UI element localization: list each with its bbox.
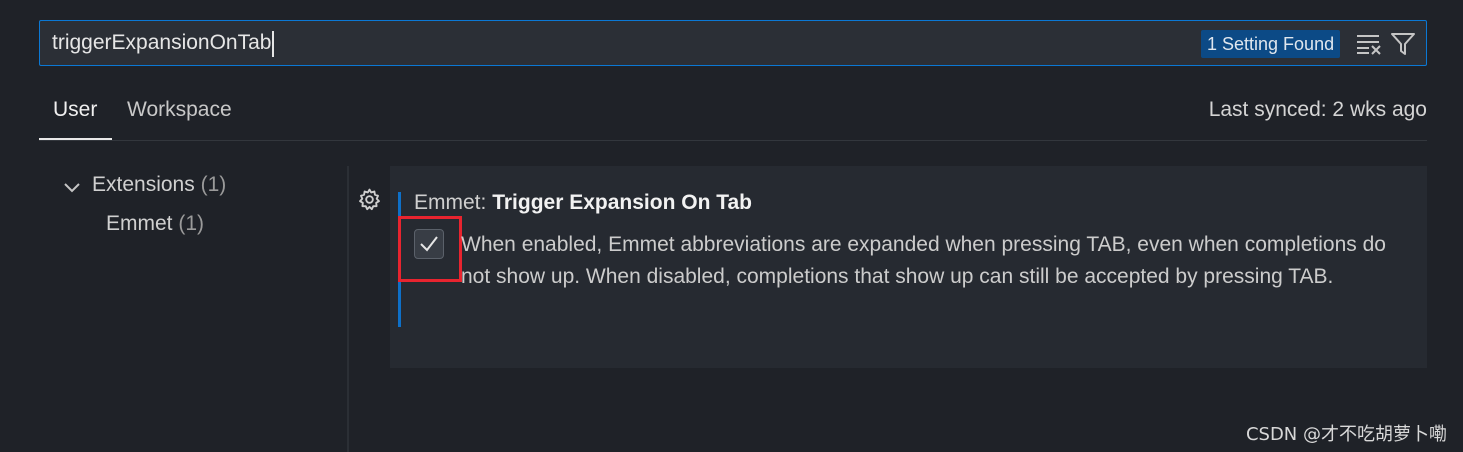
- setting-name: Trigger Expansion On Tab: [492, 191, 753, 214]
- tab-user[interactable]: User: [53, 98, 97, 128]
- clear-filter-icon[interactable]: [1356, 32, 1382, 56]
- setting-category: Emmet:: [414, 191, 493, 214]
- filter-icon[interactable]: [1390, 31, 1416, 57]
- tab-workspace[interactable]: Workspace: [127, 98, 232, 128]
- annotation-highlight-box: [398, 216, 462, 282]
- gear-icon[interactable]: [357, 187, 382, 212]
- tree-item-count: (1): [200, 173, 227, 196]
- watermark: CSDN @才不吃胡萝卜嘞: [1245, 424, 1447, 445]
- tree-item-label: Emmet: [106, 212, 173, 235]
- tree-item-label: Extensions: [92, 173, 195, 196]
- tree-item-extensions[interactable]: Extensions (1): [92, 173, 226, 197]
- search-input[interactable]: triggerExpansionOnTab: [52, 31, 275, 57]
- setting-title: Emmet: Trigger Expansion On Tab: [414, 191, 752, 215]
- search-result-count: 1 Setting Found: [1201, 30, 1341, 58]
- settings-search-box[interactable]: triggerExpansionOnTab 1 Setting Found: [39, 20, 1427, 66]
- chevron-down-icon[interactable]: [62, 177, 82, 197]
- tree-item-count: (1): [178, 212, 205, 235]
- setting-description: When enabled, Emmet abbreviations are ex…: [461, 233, 1386, 288]
- tree-item-emmet[interactable]: Emmet (1): [106, 212, 204, 236]
- last-synced-status: Last synced: 2 wks ago: [1208, 98, 1427, 121]
- pane-divider[interactable]: [347, 166, 349, 452]
- tabs-divider: [39, 140, 1427, 141]
- settings-editor: triggerExpansionOnTab 1 Setting Found Us…: [0, 0, 1463, 452]
